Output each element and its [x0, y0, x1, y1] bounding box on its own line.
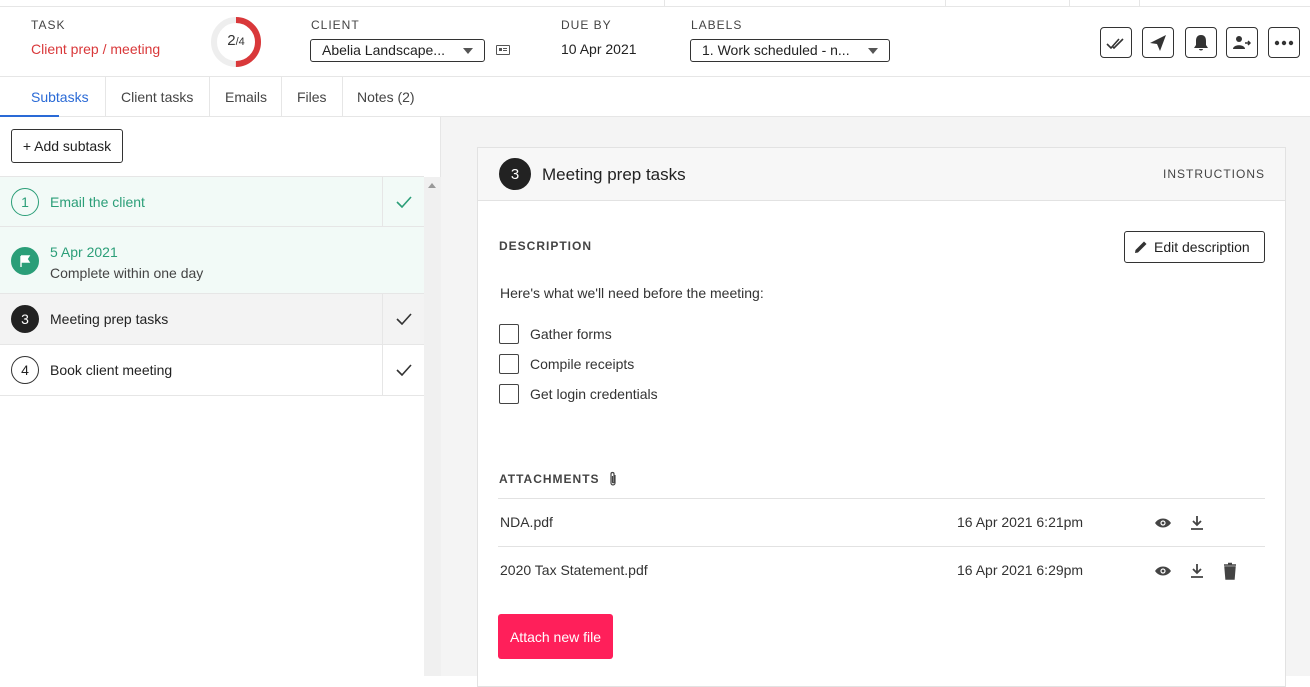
chevron-down-icon	[868, 48, 878, 54]
tab-files[interactable]: Files	[282, 77, 343, 117]
check-icon	[395, 195, 412, 208]
double-check-icon	[1106, 37, 1124, 49]
more-icon	[1274, 40, 1294, 45]
checkbox[interactable]	[499, 354, 519, 374]
subtask-row[interactable]: 4 Book client meeting	[0, 345, 424, 396]
bell-icon	[1194, 34, 1208, 50]
attachment-date: 16 Apr 2021 6:29pm	[957, 562, 1084, 578]
milestone-row[interactable]: 5 Apr 2021 Complete within one day	[0, 227, 424, 294]
subtask-number: 3	[11, 305, 39, 333]
progress-count: 2/4	[227, 32, 245, 49]
scroll-up-icon[interactable]	[428, 183, 436, 188]
task-name[interactable]: Client prep / meeting	[31, 41, 160, 57]
client-label: CLIENT	[311, 18, 360, 32]
checklist-label: Compile receipts	[530, 356, 635, 372]
subtask-title: Meeting prep tasks	[542, 165, 686, 184]
card-header: 3 Meeting prep tasks INSTRUCTIONS	[478, 148, 1285, 201]
description-text: Here's what we'll need before the meetin…	[500, 285, 764, 301]
client-select-value: Abelia Landscape...	[322, 42, 445, 58]
send-button[interactable]	[1142, 27, 1174, 58]
flag-icon	[11, 247, 39, 275]
eye-icon[interactable]	[1154, 514, 1172, 532]
attachments-heading: ATTACHMENTS	[499, 472, 600, 486]
subtask-label: Meeting prep tasks	[50, 311, 169, 327]
subtask-row[interactable]: 3 Meeting prep tasks	[0, 294, 424, 345]
complete-toggle[interactable]	[382, 294, 424, 344]
labels-label: LABELS	[691, 18, 743, 32]
more-options-button[interactable]	[1268, 27, 1300, 58]
client-select[interactable]: Abelia Landscape...	[310, 39, 485, 62]
tab-subtasks[interactable]: Subtasks	[0, 77, 106, 117]
attachment-name[interactable]: NDA.pdf	[500, 514, 553, 530]
task-header: TASK Client prep / meeting 2/4 CLIENT Ab…	[0, 7, 1310, 77]
check-icon	[395, 364, 412, 376]
due-date[interactable]: 10 Apr 2021	[561, 41, 637, 57]
task-label: TASK	[31, 18, 66, 32]
milestone-date: 5 Apr 2021	[50, 244, 118, 260]
subtask-row[interactable]: 1 Email the client	[0, 176, 424, 227]
add-subtask-button[interactable]: + Add subtask	[11, 129, 123, 163]
checklist-item[interactable]: Get login credentials	[499, 384, 658, 404]
complete-toggle[interactable]	[382, 177, 424, 226]
send-icon	[1150, 34, 1166, 51]
edit-description-label: Edit description	[1154, 239, 1250, 255]
checkbox[interactable]	[499, 384, 519, 404]
edit-description-button[interactable]: Edit description	[1124, 231, 1265, 263]
reminder-button[interactable]	[1185, 27, 1217, 58]
subtask-number: 1	[11, 188, 39, 216]
tab-notes[interactable]: Notes (2)	[343, 77, 433, 117]
pencil-icon	[1135, 241, 1147, 253]
attach-new-file-button[interactable]: Attach new file	[498, 614, 613, 659]
due-label: DUE BY	[561, 18, 612, 32]
checklist-item[interactable]: Gather forms	[499, 324, 612, 344]
labels-select-value: 1. Work scheduled - n...	[702, 42, 850, 58]
milestone-note: Complete within one day	[50, 265, 204, 281]
instructions-link[interactable]: INSTRUCTIONS	[1163, 167, 1265, 181]
subtask-card: 3 Meeting prep tasks INSTRUCTIONS DESCRI…	[477, 147, 1286, 687]
checklist-label: Get login credentials	[530, 386, 658, 402]
chevron-down-icon	[463, 48, 473, 54]
subtask-number-badge: 3	[499, 158, 531, 190]
subtask-number: 4	[11, 356, 39, 384]
attachment-name[interactable]: 2020 Tax Statement.pdf	[500, 562, 648, 578]
subtask-label: Book client meeting	[50, 362, 173, 378]
trash-icon[interactable]	[1221, 562, 1239, 580]
tab-client-tasks[interactable]: Client tasks	[106, 77, 210, 117]
description-heading: DESCRIPTION	[499, 239, 593, 253]
subtask-list-pane: + Add subtask 1 Email the client 5 Apr 2…	[0, 117, 441, 676]
download-icon[interactable]	[1188, 562, 1206, 580]
mark-complete-button[interactable]	[1100, 27, 1132, 58]
subtask-label: Email the client	[50, 194, 145, 210]
scrollbar[interactable]	[424, 177, 441, 676]
top-strip	[0, 0, 1310, 7]
complete-toggle[interactable]	[382, 345, 424, 395]
assign-user-button[interactable]	[1226, 27, 1258, 58]
checklist-label: Gather forms	[530, 326, 612, 342]
tab-emails[interactable]: Emails	[210, 77, 282, 117]
paperclip-icon	[610, 471, 616, 486]
checklist-item[interactable]: Compile receipts	[499, 354, 634, 374]
tab-bar: Subtasks Client tasks Emails Files Notes…	[0, 77, 1310, 117]
labels-select[interactable]: 1. Work scheduled - n...	[690, 39, 890, 62]
subtask-detail-pane: 3 Meeting prep tasks INSTRUCTIONS DESCRI…	[441, 117, 1310, 687]
eye-icon[interactable]	[1154, 562, 1172, 580]
contact-card-icon[interactable]	[496, 45, 510, 55]
check-icon	[395, 313, 412, 325]
attachment-row: 2020 Tax Statement.pdf 16 Apr 2021 6:29p…	[498, 546, 1265, 594]
attachment-row: NDA.pdf 16 Apr 2021 6:21pm	[498, 498, 1265, 546]
attachment-date: 16 Apr 2021 6:21pm	[957, 514, 1084, 530]
assign-user-icon	[1233, 35, 1251, 49]
checkbox[interactable]	[499, 324, 519, 344]
download-icon[interactable]	[1188, 514, 1206, 532]
